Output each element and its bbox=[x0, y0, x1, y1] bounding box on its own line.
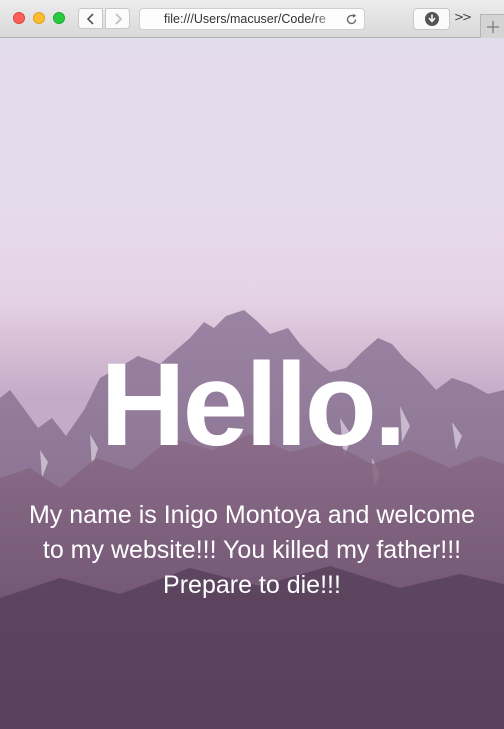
minimize-window-button[interactable] bbox=[33, 12, 45, 24]
forward-button[interactable] bbox=[105, 8, 130, 29]
close-window-button[interactable] bbox=[13, 12, 25, 24]
reload-icon[interactable] bbox=[345, 13, 358, 26]
url-text: file:///Users/macuser/Code/re bbox=[164, 12, 326, 26]
browser-toolbar: file:///Users/macuser/Code/re >> bbox=[0, 0, 504, 38]
browser-window: file:///Users/macuser/Code/re >> Hello. … bbox=[0, 0, 504, 729]
new-tab-button[interactable] bbox=[480, 14, 504, 38]
toolbar-overflow-button[interactable]: >> bbox=[454, 10, 472, 24]
chevron-left-icon bbox=[86, 13, 94, 25]
maximize-window-button[interactable] bbox=[53, 12, 65, 24]
page-viewport: Hello. My name is Inigo Montoya and welc… bbox=[0, 38, 504, 729]
chevron-right-icon bbox=[115, 13, 123, 25]
plus-icon bbox=[487, 21, 499, 33]
downloads-button[interactable] bbox=[413, 8, 450, 30]
back-button[interactable] bbox=[78, 8, 103, 29]
download-arrow-icon bbox=[428, 14, 436, 23]
hero-heading: Hello. bbox=[100, 339, 406, 471]
address-bar[interactable]: file:///Users/macuser/Code/re bbox=[139, 8, 365, 30]
hero-intro-text: My name is Inigo Montoya and welcome to … bbox=[28, 501, 476, 599]
